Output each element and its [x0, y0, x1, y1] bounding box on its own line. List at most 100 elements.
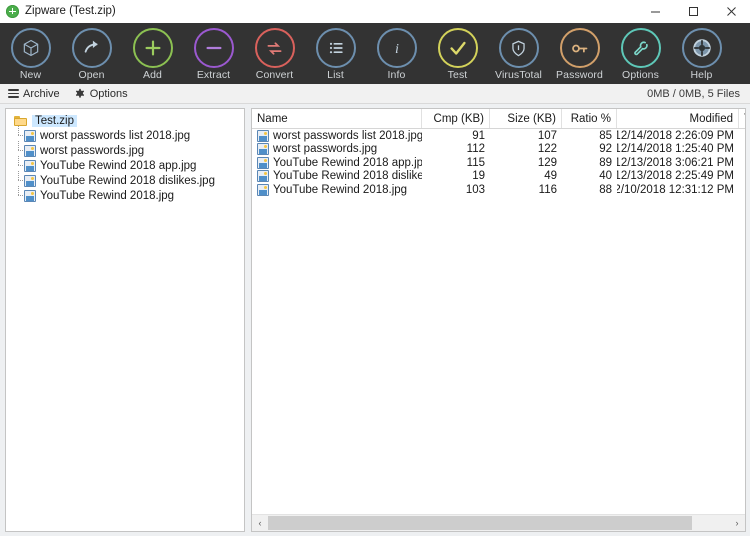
cell-name: worst passwords.jpg [252, 143, 422, 157]
tree-item-label: worst passwords.jpg [40, 144, 145, 157]
toolbar-button-new[interactable]: New [0, 23, 61, 81]
menu-archive[interactable]: Archive [6, 87, 62, 101]
cell-name-text: YouTube Rewind 2018.jpg [273, 183, 408, 196]
toolbar-label: Info [387, 69, 406, 81]
check-icon [437, 28, 478, 68]
tree-item-file[interactable]: worst passwords list 2018.jpg [12, 126, 244, 143]
cell-ratio: 89 [599, 156, 612, 169]
table-row[interactable]: YouTube Rewind 2018 dislike... 19 49 40 … [252, 170, 745, 184]
menu-options[interactable]: Options [72, 87, 130, 101]
image-file-icon [24, 189, 36, 202]
main-toolbar: New Open Add Extract Convert List i Info… [0, 23, 750, 84]
archive-tree-pane: Test.zip worst passwords list 2018.jpg w… [5, 108, 245, 532]
cell-ratio: 85 [599, 129, 612, 142]
cell-ratio: 92 [599, 143, 612, 156]
column-header-cmp[interactable]: Cmp (KB) [422, 109, 490, 128]
column-header-ratio[interactable]: Ratio % [562, 109, 617, 128]
hamburger-icon [8, 88, 19, 100]
cell-size: 49 [544, 170, 557, 183]
minimize-button[interactable] [636, 0, 674, 22]
cell-type: .j [739, 170, 745, 184]
cell-name-text: worst passwords.jpg [273, 143, 378, 156]
close-button[interactable] [712, 0, 750, 22]
maximize-button[interactable] [674, 0, 712, 22]
toolbar-button-convert[interactable]: Convert [244, 23, 305, 81]
arrow-open-icon [71, 28, 112, 68]
toolbar-button-password[interactable]: Password [549, 23, 610, 81]
tree-item-label: YouTube Rewind 2018 dislikes.jpg [40, 174, 215, 187]
image-file-icon [257, 143, 269, 156]
cell-size: 107 [537, 129, 557, 142]
scrollbar-thumb[interactable] [268, 516, 693, 530]
image-file-icon [24, 159, 36, 172]
scrollbar-track[interactable] [268, 515, 729, 531]
column-header-modified[interactable]: Modified [617, 109, 739, 128]
cell-modified: 12/14/2018 1:25:40 PM [617, 143, 734, 156]
wrench-icon [620, 28, 661, 68]
menu-options-label: Options [89, 87, 128, 100]
toolbar-button-extract[interactable]: Extract [183, 23, 244, 81]
column-header-name[interactable]: Name [252, 109, 422, 128]
file-list-rows: worst passwords list 2018.jpg 91 107 85 … [252, 129, 745, 514]
cell-size: 129 [537, 156, 557, 169]
cell-cmp: 112 [466, 143, 485, 156]
image-file-icon [24, 129, 36, 142]
archive-tree: Test.zip worst passwords list 2018.jpg w… [6, 109, 244, 531]
column-header-type[interactable]: T [739, 109, 745, 128]
cell-type: .j [739, 156, 745, 170]
scroll-right-arrow-icon[interactable]: › [729, 515, 745, 531]
cell-modified: 12/14/2018 2:26:09 PM [617, 129, 734, 142]
toolbar-button-options[interactable]: Options [610, 23, 671, 81]
table-row[interactable]: YouTube Rewind 2018.jpg 103 116 88 12/10… [252, 183, 745, 197]
toolbar-button-info[interactable]: i Info [366, 23, 427, 81]
image-file-icon [257, 170, 269, 183]
toolbar-label: Test [447, 69, 468, 81]
gear-icon [74, 88, 86, 100]
cell-name: YouTube Rewind 2018 app.jpg [252, 156, 422, 170]
cell-type: .j [739, 183, 745, 197]
toolbar-label: New [19, 69, 42, 81]
cell-name-text: worst passwords list 2018.jpg [273, 129, 422, 142]
toolbar-button-test[interactable]: Test [427, 23, 488, 81]
menu-archive-label: Archive [23, 87, 60, 100]
image-file-icon [257, 183, 269, 196]
cell-cmp: 115 [466, 156, 485, 169]
toolbar-label: Open [78, 69, 105, 81]
image-file-icon [257, 129, 269, 142]
folder-icon [14, 115, 28, 127]
horizontal-scrollbar[interactable]: ‹ › [252, 514, 745, 531]
scroll-left-arrow-icon[interactable]: ‹ [252, 515, 268, 531]
tree-item-file[interactable]: YouTube Rewind 2018 app.jpg [12, 156, 244, 173]
tree-item-label: Test.zip [32, 114, 77, 127]
image-file-icon [24, 174, 36, 187]
box-icon [10, 28, 51, 68]
key-icon [559, 28, 600, 68]
lifebuoy-icon [681, 28, 722, 68]
toolbar-button-help[interactable]: Help [671, 23, 732, 81]
cell-name: YouTube Rewind 2018 dislike... [252, 170, 422, 184]
cell-cmp: 103 [465, 183, 485, 196]
image-file-icon [257, 156, 269, 169]
file-list-header: Name Cmp (KB) Size (KB) Ratio % Modified… [252, 109, 745, 129]
image-file-icon [24, 144, 36, 157]
toolbar-button-list[interactable]: List [305, 23, 366, 81]
toolbar-button-open[interactable]: Open [61, 23, 122, 81]
cell-ratio: 88 [599, 183, 612, 196]
toolbar-button-virustotal[interactable]: VirusTotal [488, 23, 549, 81]
table-row[interactable]: worst passwords list 2018.jpg 91 107 85 … [252, 129, 745, 143]
shield-icon [498, 28, 539, 68]
cell-size: 116 [538, 183, 557, 196]
cell-type: .j [739, 143, 745, 157]
cell-name: YouTube Rewind 2018.jpg [252, 183, 422, 197]
tree-item-file[interactable]: worst passwords.jpg [12, 141, 244, 158]
window-title: Zipware (Test.zip) [25, 5, 116, 17]
tree-item-file[interactable]: YouTube Rewind 2018.jpg [12, 186, 244, 203]
table-row[interactable]: YouTube Rewind 2018 app.jpg 115 129 89 1… [252, 156, 745, 170]
tree-item-file[interactable]: YouTube Rewind 2018 dislikes.jpg [12, 171, 244, 188]
zipware-window: Zipware (Test.zip) New Open Add Extract … [0, 0, 750, 536]
column-header-size[interactable]: Size (KB) [490, 109, 562, 128]
toolbar-button-add[interactable]: Add [122, 23, 183, 81]
tree-item-root[interactable]: Test.zip [12, 113, 244, 128]
table-row[interactable]: worst passwords.jpg 112 122 92 12/14/201… [252, 143, 745, 157]
list-icon [315, 28, 356, 68]
